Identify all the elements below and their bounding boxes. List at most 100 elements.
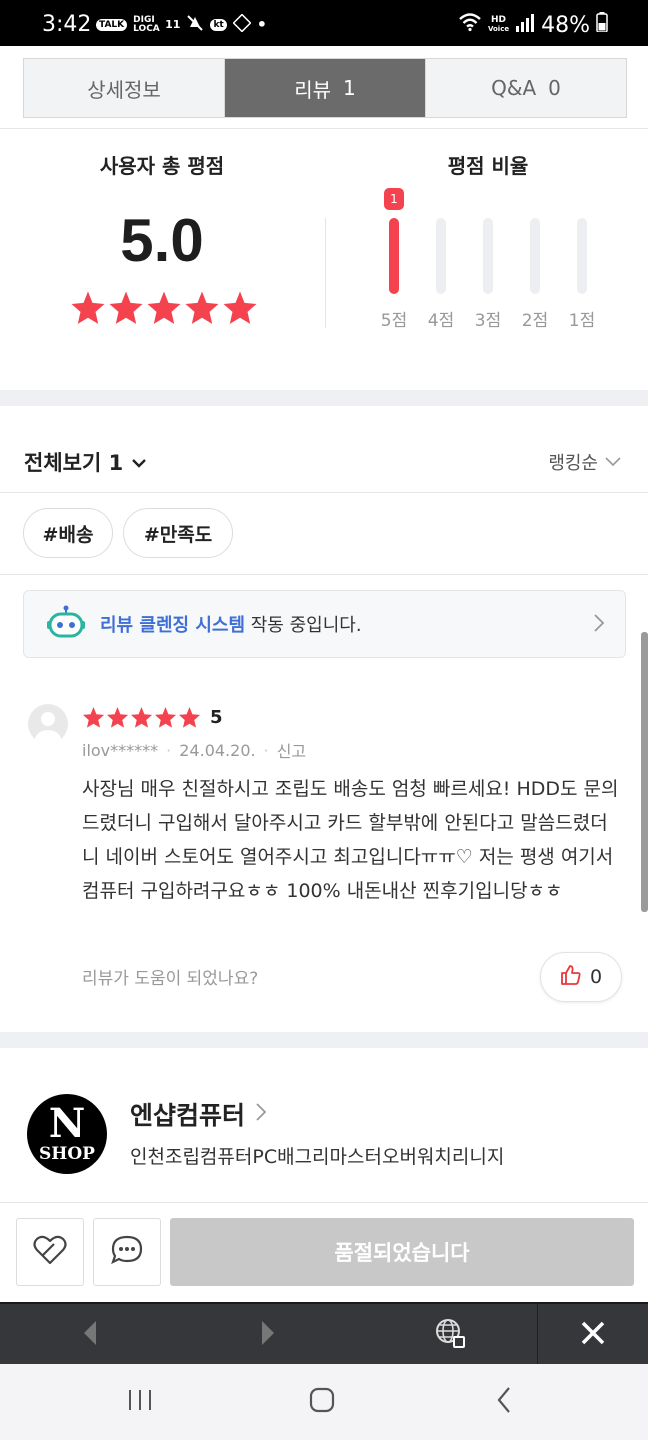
browser-toolbar [0,1302,648,1366]
chip-satisfaction[interactable]: #만족도 [123,508,233,558]
star-icon [71,291,105,324]
system-nav-bar [0,1364,648,1440]
forward-button[interactable] [238,1304,298,1366]
filter-dropdown[interactable]: 전체보기 1 [24,447,147,477]
back-chevron-icon [496,1386,512,1418]
review-meta: ilov****** · 24.04.20. · 신고 [82,738,306,762]
filter-label: 전체보기 1 [24,451,124,475]
notice-highlight: 리뷰 클렌징 시스템 [100,615,246,636]
sort-dropdown[interactable]: 랭킹순 [548,449,622,475]
star-icon [106,706,129,728]
review-user: ilov****** [82,740,159,760]
review-cleansing-notice[interactable]: 리뷰 클렌징 시스템 작동 중입니다. [23,590,626,658]
11st-icon: 11 [165,18,181,31]
back-button[interactable] [60,1304,120,1366]
rating-bar-label: 1점 [568,311,596,331]
divider [0,128,648,129]
total-rating-score: 5.0 [120,207,204,274]
shop-logo[interactable]: N SHOP [27,1094,107,1174]
chip-delivery[interactable]: #배송 [23,508,113,558]
tab-details-label: 상세정보 [87,77,161,102]
sort-label: 랭킹순 [548,453,598,474]
scrollbar[interactable] [641,632,648,912]
rating-bar-label: 2점 [521,311,549,331]
chevron-right-icon [593,613,605,637]
total-rating-stars [70,290,258,326]
system-icons: HD Voice 48% [458,12,608,38]
chevron-down-icon [131,450,147,474]
bottom-action-bar: 품절되었습니다 [0,1202,648,1302]
shop-name: 엔샵컴퓨터 [130,1101,246,1130]
separator-dot: · [263,740,269,760]
shop-description: 인천조립컴퓨터PC배그리마스터오버워치리니지 [130,1146,505,1168]
helpful-question: 리뷰가 도움이 되었나요? [82,969,259,989]
rating-bar-label: 3점 [474,311,502,331]
robot-icon [46,605,86,643]
close-button[interactable] [560,1304,626,1366]
recent-apps-button[interactable] [110,1364,170,1440]
home-button[interactable] [292,1364,352,1440]
review-stars [82,706,201,729]
shop-name-link[interactable]: 엔샵컴퓨터 [130,1096,267,1132]
shop-logo-shop: SHOP [39,1144,95,1164]
star-icon [185,291,219,324]
translate-button[interactable] [420,1304,480,1366]
star-icon [130,706,153,728]
tab-reviews[interactable]: 리뷰 1 [225,59,426,117]
rating-bar-track [436,218,446,294]
rating-bar-track [530,218,540,294]
kt-icon: kt [210,18,227,31]
recent-apps-icon [127,1388,153,1416]
section-gap [0,1032,648,1048]
star-icon [109,291,143,324]
signal-icon [515,13,535,38]
wishlist-button[interactable] [16,1218,84,1286]
summary-divider [325,218,326,328]
no-sim-icon [232,13,252,35]
rating-bar-track [483,218,493,294]
hd-label: HD [491,15,507,25]
rating-bar-column: 4점 [419,188,463,333]
wifi-icon [458,12,482,38]
rating-count-badge: 1 [384,188,404,210]
talk-button[interactable] [93,1218,161,1286]
shop-logo-n: N [48,1100,86,1147]
notice-text: 리뷰 클렌징 시스템 작동 중입니다. [100,611,362,637]
report-link[interactable]: 신고 [277,738,306,762]
like-count: 0 [589,966,603,988]
avatar [28,704,68,744]
heart-icon [32,1234,68,1270]
chat-bubble-icon [110,1234,144,1270]
notification-icons: TALK DIGI LOCA 11 kt • [96,13,267,35]
rating-bar-track [389,218,399,294]
rating-ratio-title: 평점 비율 [447,154,529,178]
bell-off-icon [186,14,204,35]
rating-ratio-chart: 1 5점 4점 3점 2점 1점 [372,188,606,333]
review-rating: 5 [82,706,223,729]
toolbar-separator [537,1304,538,1366]
globe-icon [433,1317,467,1353]
review-score: 5 [210,707,223,728]
system-back-button[interactable] [474,1364,534,1440]
tab-qna-count: 0 [548,76,561,100]
status-bar: 3:42 TALK DIGI LOCA 11 kt • HD Voice 48% [0,0,648,46]
separator-dot: · [166,740,172,760]
rating-bar-label: 4점 [427,311,455,331]
tab-details[interactable]: 상세정보 [24,59,225,117]
product-tabs: 상세정보 리뷰 1 Q&A 0 [23,58,627,118]
tab-qna[interactable]: Q&A 0 [426,59,626,117]
divider [0,492,648,493]
battery-percent: 48% [541,12,590,38]
chevron-down-icon [604,452,622,473]
close-icon [580,1320,606,1350]
status-time: 3:42 [42,12,92,37]
notice-rest: 작동 중입니다. [245,615,362,636]
rating-bar-column: 3점 [466,188,510,333]
star-icon [147,291,181,324]
forward-arrow-icon [260,1319,276,1351]
chevron-right-icon [255,1100,267,1129]
section-gap [0,390,648,406]
like-button[interactable]: 0 [540,952,622,1002]
sold-out-button[interactable]: 품절되었습니다 [170,1218,634,1286]
tab-reviews-label: 리뷰 [294,77,332,102]
